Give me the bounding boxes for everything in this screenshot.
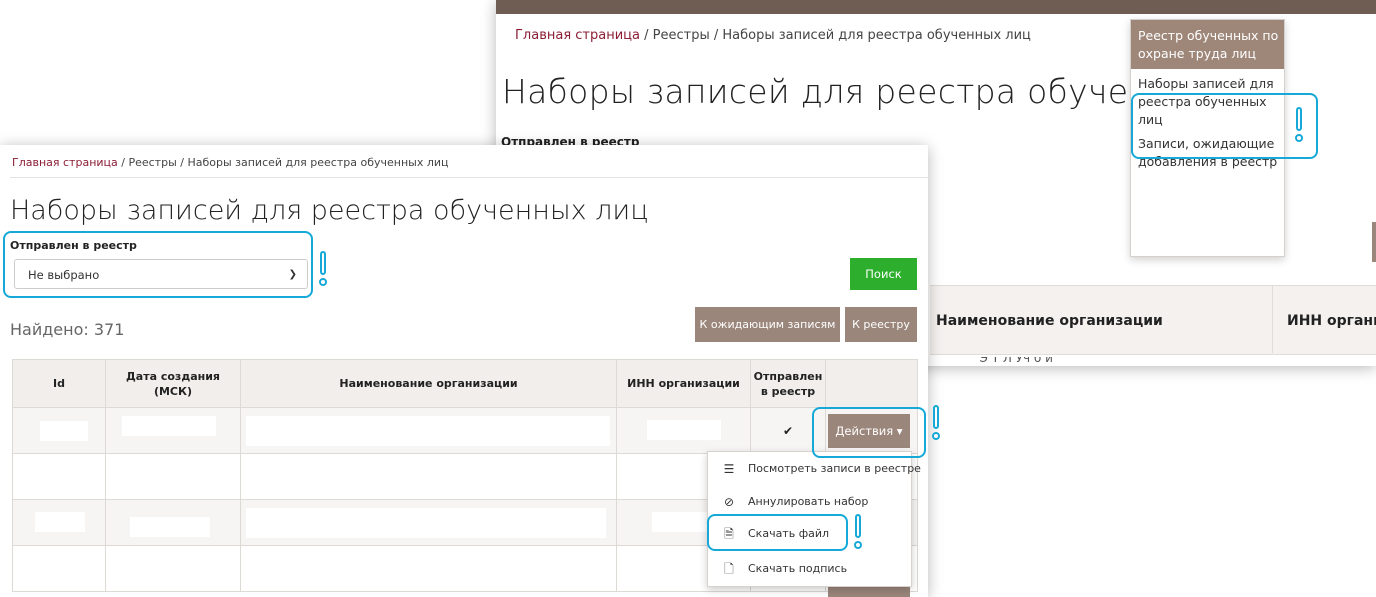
column-header-organization: Наименование организации xyxy=(240,359,617,408)
highlight-sent-filter xyxy=(3,231,313,298)
cell-id xyxy=(12,407,106,454)
breadcrumb: Главная страница / Реестры / Наборы запи… xyxy=(12,156,449,169)
column-header-sent: Отправлен в реестр xyxy=(750,359,826,408)
to-registry-button[interactable]: К реестру xyxy=(845,307,917,342)
highlight-actions-button xyxy=(812,407,926,458)
highlight-download-file xyxy=(707,514,848,551)
table-header: Наименование организации ИНН органи xyxy=(930,285,1376,355)
column-header-created-date: Дата создания (МСК) xyxy=(105,359,241,408)
cell-organization xyxy=(240,499,617,546)
column-header-organization: Наименование организации xyxy=(936,313,1163,329)
column-divider xyxy=(1272,286,1273,353)
cell-organization xyxy=(240,407,617,454)
button-edge[interactable] xyxy=(1372,222,1376,262)
cell-date xyxy=(105,499,241,546)
breadcrumb-home-link[interactable]: Главная страница xyxy=(515,28,640,43)
page-title: Наборы записей для реестра обученных лиц xyxy=(10,195,649,226)
exclamation-icon xyxy=(850,514,868,550)
menu-item-view-records[interactable]: ☰ Посмотреть записи в реестре xyxy=(708,454,921,484)
top-navbar xyxy=(496,0,1376,14)
table-row-cut: "Э Т Л Уч б й xyxy=(974,357,1053,365)
column-header-inn: ИНН органи xyxy=(1287,313,1376,329)
cell-inn xyxy=(616,407,751,454)
menu-item-cancel-set[interactable]: ⊘ Аннулировать набор xyxy=(708,487,911,517)
cell-date xyxy=(105,407,241,454)
column-header-actions xyxy=(825,359,918,408)
breadcrumb: Главная страница / Реестры / Наборы запи… xyxy=(515,28,1031,43)
menu-item-download-signature[interactable]: 🗋 Скачать подпись xyxy=(708,554,911,584)
exclamation-icon xyxy=(315,251,333,287)
column-header-inn: ИНН организации xyxy=(616,359,751,408)
cell-id xyxy=(12,499,106,546)
table-row[interactable]: ✔ xyxy=(12,407,918,454)
found-count: Найдено: 371 xyxy=(10,320,125,339)
exclamation-icon xyxy=(928,405,946,441)
breadcrumb-rest: / Реестры / Наборы записей для реестра о… xyxy=(117,156,449,169)
list-icon: ☰ xyxy=(723,462,735,476)
breadcrumb-home-link[interactable]: Главная страница xyxy=(12,156,118,169)
column-header-id: Id xyxy=(12,359,106,408)
breadcrumb-rest: / Реестры / Наборы записей для реестра о… xyxy=(640,28,1031,43)
highlight-record-sets-menu xyxy=(1131,93,1318,159)
table-header-row: Id Дата создания (МСК) Наименование орга… xyxy=(12,359,918,408)
file-icon: 🗋 xyxy=(724,562,734,576)
divider xyxy=(10,177,928,178)
to-pending-records-button[interactable]: К ожидающим записям xyxy=(695,307,840,342)
exclamation-icon xyxy=(1291,107,1309,143)
cancel-icon: ⊘ xyxy=(723,495,735,509)
page-title: Наборы записей для реестра обученны xyxy=(502,72,1198,111)
search-button[interactable]: Поиск xyxy=(850,258,917,290)
menu-item-trained-registry[interactable]: Реестр обученных по охране труда лиц xyxy=(1131,20,1284,69)
